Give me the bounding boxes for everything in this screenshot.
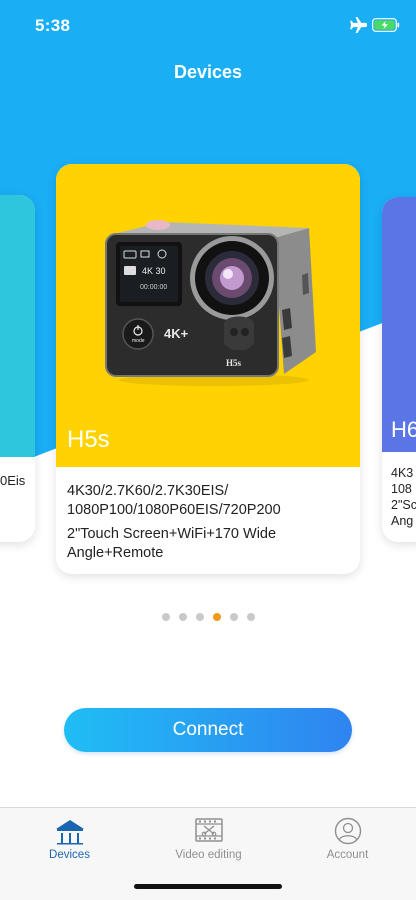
spec-line: Angle+Remote bbox=[67, 545, 164, 561]
device-name: H5s bbox=[67, 426, 110, 453]
card-specs: 0Eis bbox=[0, 471, 25, 490]
tab-video-editing[interactable]: Video editing bbox=[139, 808, 278, 868]
page-dot[interactable] bbox=[246, 613, 255, 621]
devices-screen: 5:38 Devices 0Eis 4K 30 00:00:00 mode 4K… bbox=[0, 0, 416, 900]
spec-line: 1080P100/1080P60EIS/720P200 bbox=[67, 502, 281, 518]
device-card-previous[interactable]: 0Eis bbox=[0, 195, 35, 542]
tab-label: Devices bbox=[49, 849, 90, 861]
battery-charging-icon bbox=[372, 18, 400, 32]
tab-devices[interactable]: Devices bbox=[0, 808, 139, 868]
card-image-area: H6 bbox=[382, 197, 416, 452]
status-bar: 5:38 bbox=[0, 0, 416, 50]
camera-model-label: H5s bbox=[226, 358, 242, 368]
user-circle-icon bbox=[334, 817, 361, 845]
spec-line: 2"Sc bbox=[391, 498, 416, 512]
airplane-mode-icon bbox=[350, 17, 367, 33]
card-specs: 4K30/2.7K60/2.7K30EIS/ 1080P100/1080P60E… bbox=[67, 482, 281, 563]
camera-screen-resolution: 4K 30 bbox=[142, 266, 166, 276]
page-dot-active[interactable] bbox=[212, 613, 221, 621]
spec-line: 2"Touch Screen+WiFi+170 Wide bbox=[67, 526, 277, 542]
tab-label: Video editing bbox=[175, 849, 242, 861]
page-dot[interactable] bbox=[195, 613, 204, 621]
tab-account[interactable]: Account bbox=[278, 808, 416, 868]
device-card-h5s[interactable]: 4K 30 00:00:00 mode 4K+ H5s H5s 4K30/2.7… bbox=[56, 164, 360, 574]
page-dot[interactable] bbox=[229, 613, 238, 621]
page-dot[interactable] bbox=[178, 613, 187, 621]
action-camera-image: 4K 30 00:00:00 mode 4K+ H5s bbox=[105, 220, 316, 386]
camera-screen-timer: 00:00:00 bbox=[140, 284, 167, 291]
device-card-next[interactable]: H6 4K3 108 2"Sc Ang bbox=[382, 197, 416, 542]
page-indicator[interactable] bbox=[0, 613, 416, 621]
page-title: Devices bbox=[173, 62, 243, 82]
spec-line: Ang bbox=[391, 514, 414, 528]
home-indicator bbox=[134, 884, 282, 889]
connect-button[interactable]: Connect bbox=[64, 708, 352, 752]
card-specs: 4K3 108 2"Sc Ang bbox=[391, 465, 416, 529]
house-icon bbox=[55, 820, 84, 845]
spec-line: 0Eis bbox=[0, 473, 26, 488]
spec-line: 4K3 bbox=[391, 466, 414, 480]
status-time: 5:38 bbox=[35, 16, 71, 35]
spec-line: 4K30/2.7K60/2.7K30EIS/ bbox=[67, 483, 229, 499]
camera-mode-label: mode bbox=[132, 338, 145, 344]
card-image-area bbox=[0, 195, 35, 457]
tab-label: Account bbox=[326, 849, 369, 861]
card-image-area: 4K 30 00:00:00 mode 4K+ H5s H5s bbox=[56, 164, 360, 467]
camera-badge: 4K+ bbox=[164, 326, 189, 341]
page-dot[interactable] bbox=[161, 613, 170, 621]
device-name: H6 bbox=[391, 417, 416, 442]
film-scissors-icon bbox=[194, 818, 223, 842]
spec-line: 108 bbox=[391, 482, 412, 496]
